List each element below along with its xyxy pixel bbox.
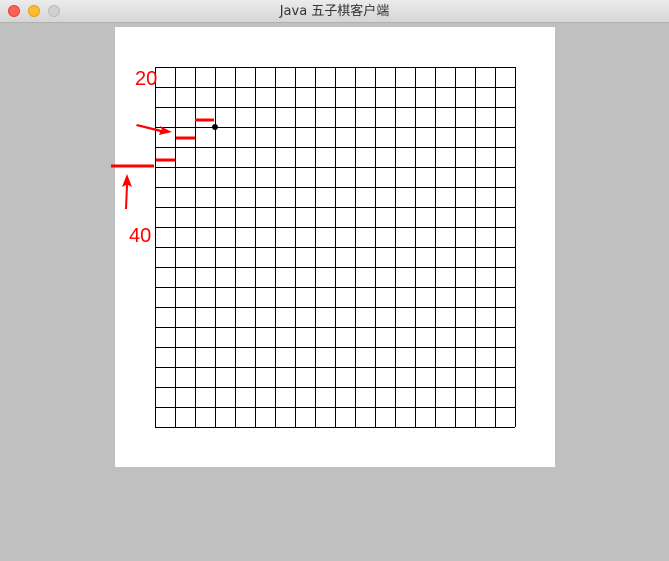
board-canvas[interactable]: [0, 0, 669, 561]
annotation-label-40: 40: [129, 225, 152, 247]
black-stone: [212, 124, 218, 130]
app-window: Java 五子棋客户端 20 40: [0, 0, 669, 561]
annotation-label-20: 20: [135, 68, 158, 90]
